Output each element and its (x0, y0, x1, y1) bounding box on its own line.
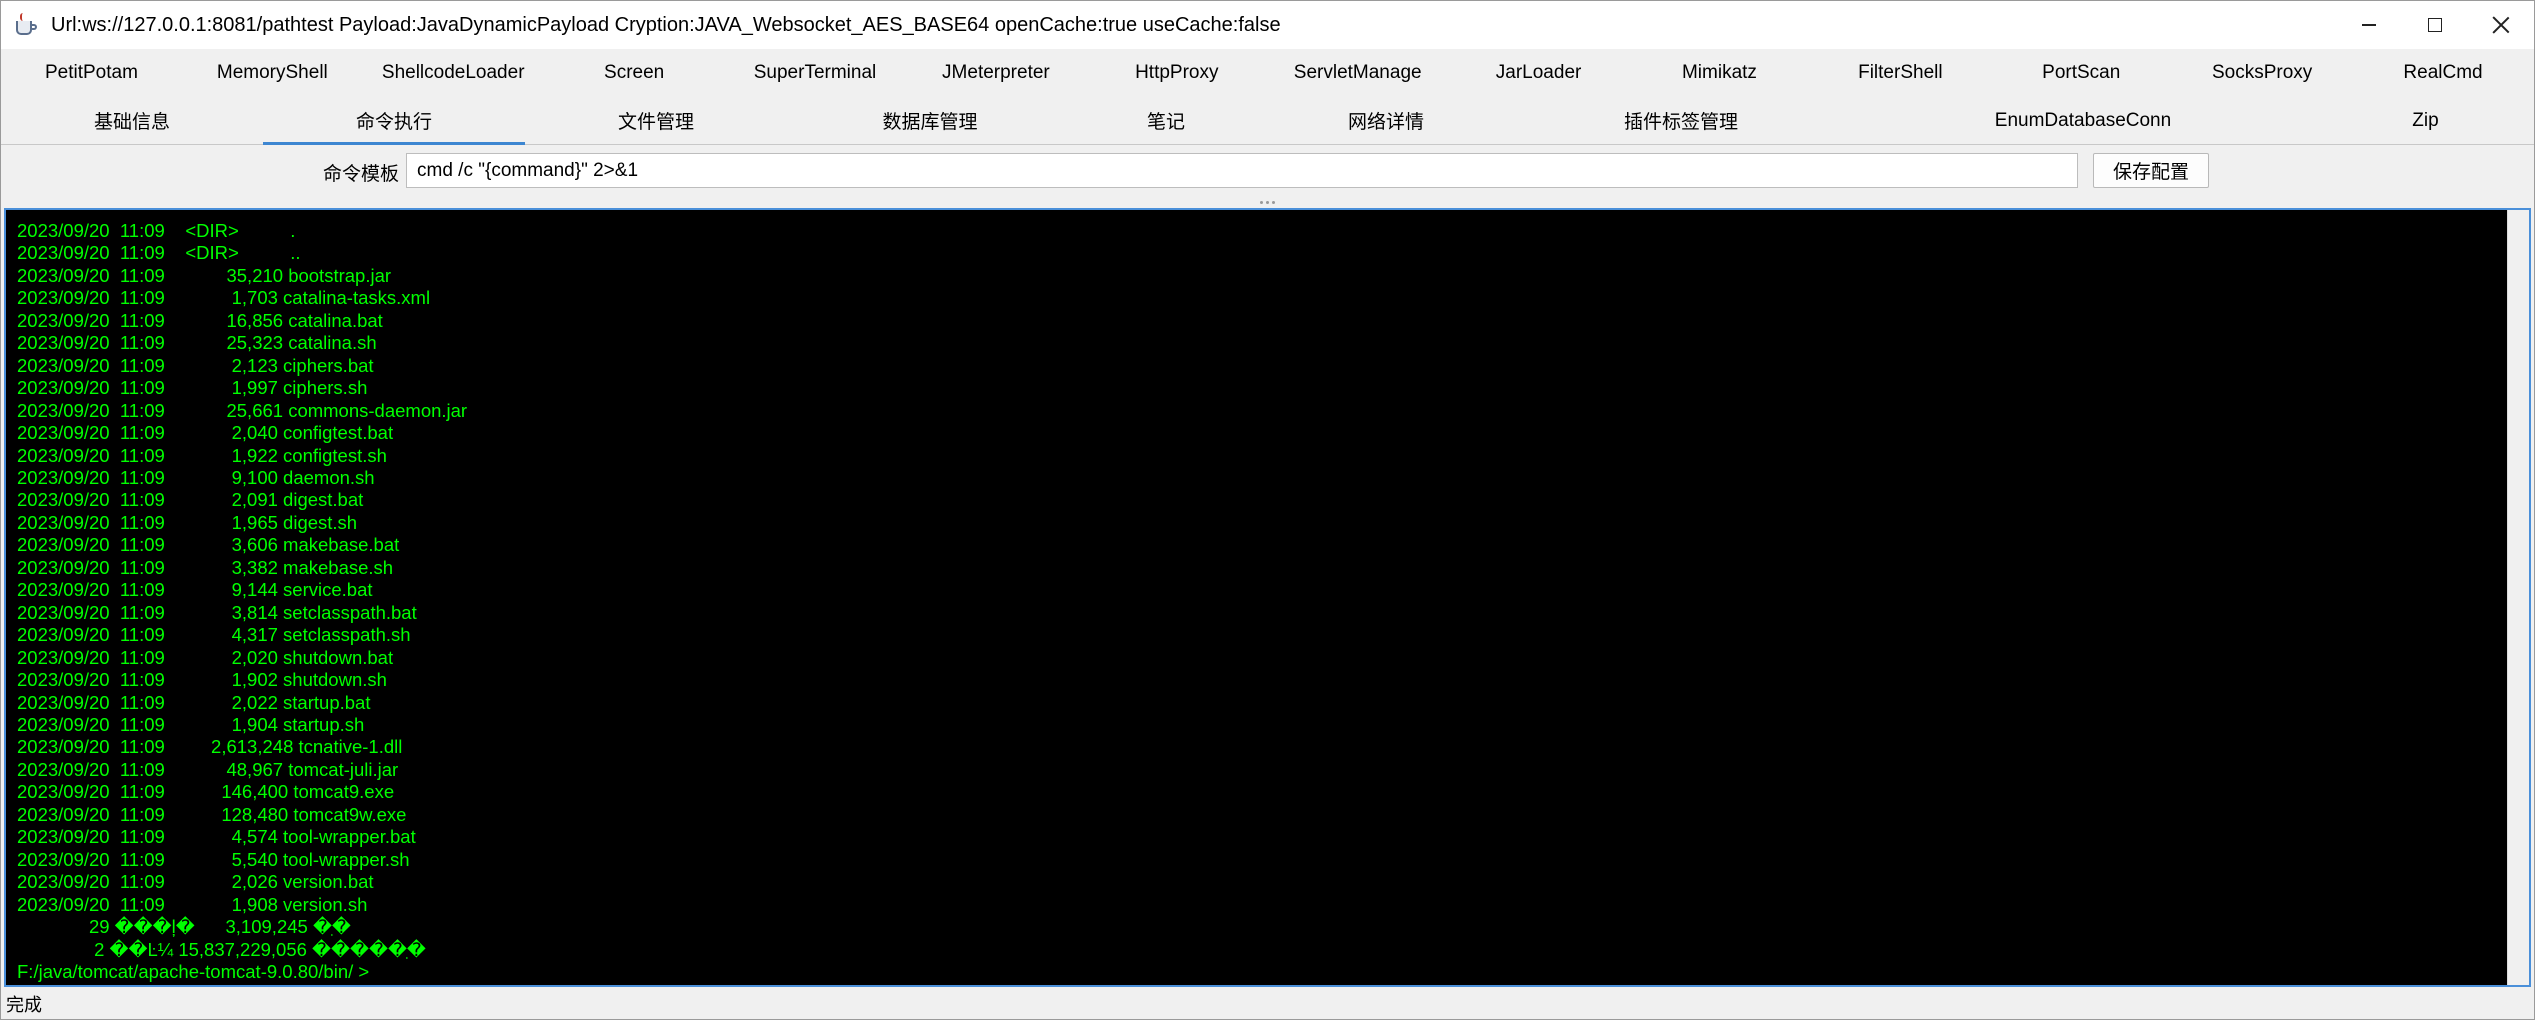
tab-zip[interactable]: Zip (2317, 97, 2534, 145)
status-text: 完成 (6, 995, 42, 1015)
tab-plugin-tab-manager[interactable]: 插件标签管理 (1513, 97, 1849, 145)
tab-superterminal[interactable]: SuperTerminal (725, 49, 906, 97)
console-line: 2023/09/20 11:09 25,323 catalina.sh (17, 332, 377, 354)
console-line: 2023/09/20 11:09 2,020 shutdown.bat (17, 646, 394, 668)
main-tab-row: 基础信息 命令执行 文件管理 数据库管理 笔记 网络详情 插件标签管理 Enum… (1, 97, 2534, 145)
console-line: 2023/09/20 11:09 2,040 configtest.bat (17, 422, 394, 444)
tab-jarloader[interactable]: JarLoader (1448, 49, 1629, 97)
console-line: 2023/09/20 11:09 1,908 version.sh (17, 893, 368, 915)
close-button[interactable] (2468, 1, 2534, 49)
console-line: 2023/09/20 11:09 25,661 commons-daemon.j… (17, 399, 468, 421)
console-line: 2023/09/20 11:09 35,210 bootstrap.jar (17, 264, 392, 286)
tab-shellcodeloader[interactable]: ShellcodeLoader (363, 49, 544, 97)
minimize-button[interactable] (2336, 1, 2402, 49)
console-line: 2023/09/20 11:09 4,574 tool-wrapper.bat (17, 826, 416, 848)
console-line: 2023/09/20 11:09 5,540 tool-wrapper.sh (17, 848, 410, 870)
console-line: 2023/09/20 11:09 3,606 makebase.bat (17, 534, 400, 556)
window-controls (2336, 1, 2534, 49)
maximize-button[interactable] (2402, 1, 2468, 49)
maximize-icon (2428, 18, 2442, 32)
console-line: 29 ���ļ� 3,109,245 �ֽ� (17, 916, 351, 938)
command-template-input[interactable]: cmd /c "{command}" 2>&1 (406, 153, 2078, 188)
tab-screen[interactable]: Screen (544, 49, 725, 97)
console-line: 2023/09/20 11:09 <DIR> . (17, 220, 296, 241)
tab-file-manager[interactable]: 文件管理 (525, 97, 787, 145)
console-line: 2023/09/20 11:09 9,100 daemon.sh (17, 466, 375, 488)
status-bar: 完成 (1, 989, 2534, 1019)
console-line: 2023/09/20 11:09 9,144 service.bat (17, 579, 373, 601)
tab-portscan[interactable]: PortScan (1991, 49, 2172, 97)
console-line: 2023/09/20 11:09 4,317 setclasspath.sh (17, 624, 411, 646)
console-line: 2023/09/20 11:09 2,091 digest.bat (17, 489, 364, 511)
command-template-label: 命令模板 (323, 164, 400, 185)
console-line: 2023/09/20 11:09 3,814 setclasspath.bat (17, 601, 417, 623)
console-line: 2023/09/20 11:09 1,703 catalina-tasks.xm… (17, 287, 431, 309)
console-line: 2023/09/20 11:09 2,613,248 tcnative-1.dl… (17, 736, 403, 758)
grip-dots-icon (1260, 200, 1275, 204)
console-line: 2023/09/20 11:09 1,997 ciphers.sh (17, 377, 368, 399)
console-line: 2023/09/20 11:09 146,400 tomcat9.exe (17, 781, 395, 803)
console-line: 2023/09/20 11:09 2,022 startup.bat (17, 691, 371, 713)
tab-realcmd[interactable]: RealCmd (2353, 49, 2534, 97)
tab-mimikatz[interactable]: Mimikatz (1629, 49, 1810, 97)
tab-basic-info[interactable]: 基础信息 (1, 97, 263, 145)
console-line: 2023/09/20 11:09 1,904 startup.sh (17, 713, 365, 735)
console-line: 2023/09/20 11:09 2,123 ciphers.bat (17, 354, 374, 376)
java-cup-icon (13, 12, 39, 38)
tab-notes[interactable]: 笔记 (1073, 97, 1259, 145)
tab-command-exec[interactable]: 命令执行 (263, 97, 525, 145)
title-bar[interactable]: Url:ws://127.0.0.1:8081/pathtest Payload… (1, 1, 2534, 49)
console-line: 2023/09/20 11:09 1,922 configtest.sh (17, 444, 387, 466)
window-title: Url:ws://127.0.0.1:8081/pathtest Payload… (51, 13, 1281, 36)
console-line: 2023/09/20 11:09 128,480 tomcat9w.exe (17, 803, 407, 825)
console-line: 2 ��Ŀ¼ 15,837,229,056 �����ֽ� (17, 938, 426, 960)
splitter-handle[interactable] (1, 197, 2534, 207)
tab-enum-database-conn[interactable]: EnumDatabaseConn (1849, 97, 2317, 145)
plugin-tab-row: PetitPotam MemoryShell ShellcodeLoader S… (1, 49, 2534, 97)
console-line: 2023/09/20 11:09 48,967 tomcat-juli.jar (17, 758, 399, 780)
save-config-button[interactable]: 保存配置 (2093, 153, 2209, 188)
main-window: Url:ws://127.0.0.1:8081/pathtest Payload… (0, 0, 2535, 1020)
console-panel[interactable]: 2023/09/20 11:09 <DIR> . 2023/09/20 11:09… (4, 208, 2531, 987)
console-line: 2023/09/20 11:09 1,902 shutdown.sh (17, 669, 387, 691)
console-line: 2023/09/20 11:09 3,382 makebase.sh (17, 556, 394, 578)
console-line: 2023/09/20 11:09 16,856 catalina.bat (17, 309, 383, 331)
command-template-bar: 命令模板 cmd /c "{command}" 2>&1 保存配置 (1, 147, 2534, 197)
minimize-icon (2362, 24, 2376, 26)
tab-filtershell[interactable]: FilterShell (1810, 49, 1991, 97)
console-output[interactable]: 2023/09/20 11:09 <DIR> . 2023/09/20 11:09… (6, 210, 2504, 985)
console-line: 2023/09/20 11:09 <DIR> .. (17, 242, 301, 264)
tab-petitpotam[interactable]: PetitPotam (1, 49, 182, 97)
console-line: 2023/09/20 11:09 1,965 digest.sh (17, 511, 358, 533)
tab-database-manager[interactable]: 数据库管理 (787, 97, 1073, 145)
close-icon (2492, 16, 2510, 34)
tab-network-details[interactable]: 网络详情 (1259, 97, 1513, 145)
tab-socksproxy[interactable]: SocksProxy (2172, 49, 2353, 97)
console-line: F:/java/tomcat/apache-tomcat-9.0.80/bin/… (17, 960, 370, 982)
tab-httpproxy[interactable]: HttpProxy (1086, 49, 1267, 97)
tab-servletmanage[interactable]: ServletManage (1267, 49, 1448, 97)
console-line: 2023/09/20 11:09 2,026 version.bat (17, 871, 374, 893)
tab-jmeterpreter[interactable]: JMeterpreter (905, 49, 1086, 97)
tab-memoryshell[interactable]: MemoryShell (182, 49, 363, 97)
vertical-scrollbar[interactable] (2507, 210, 2529, 985)
